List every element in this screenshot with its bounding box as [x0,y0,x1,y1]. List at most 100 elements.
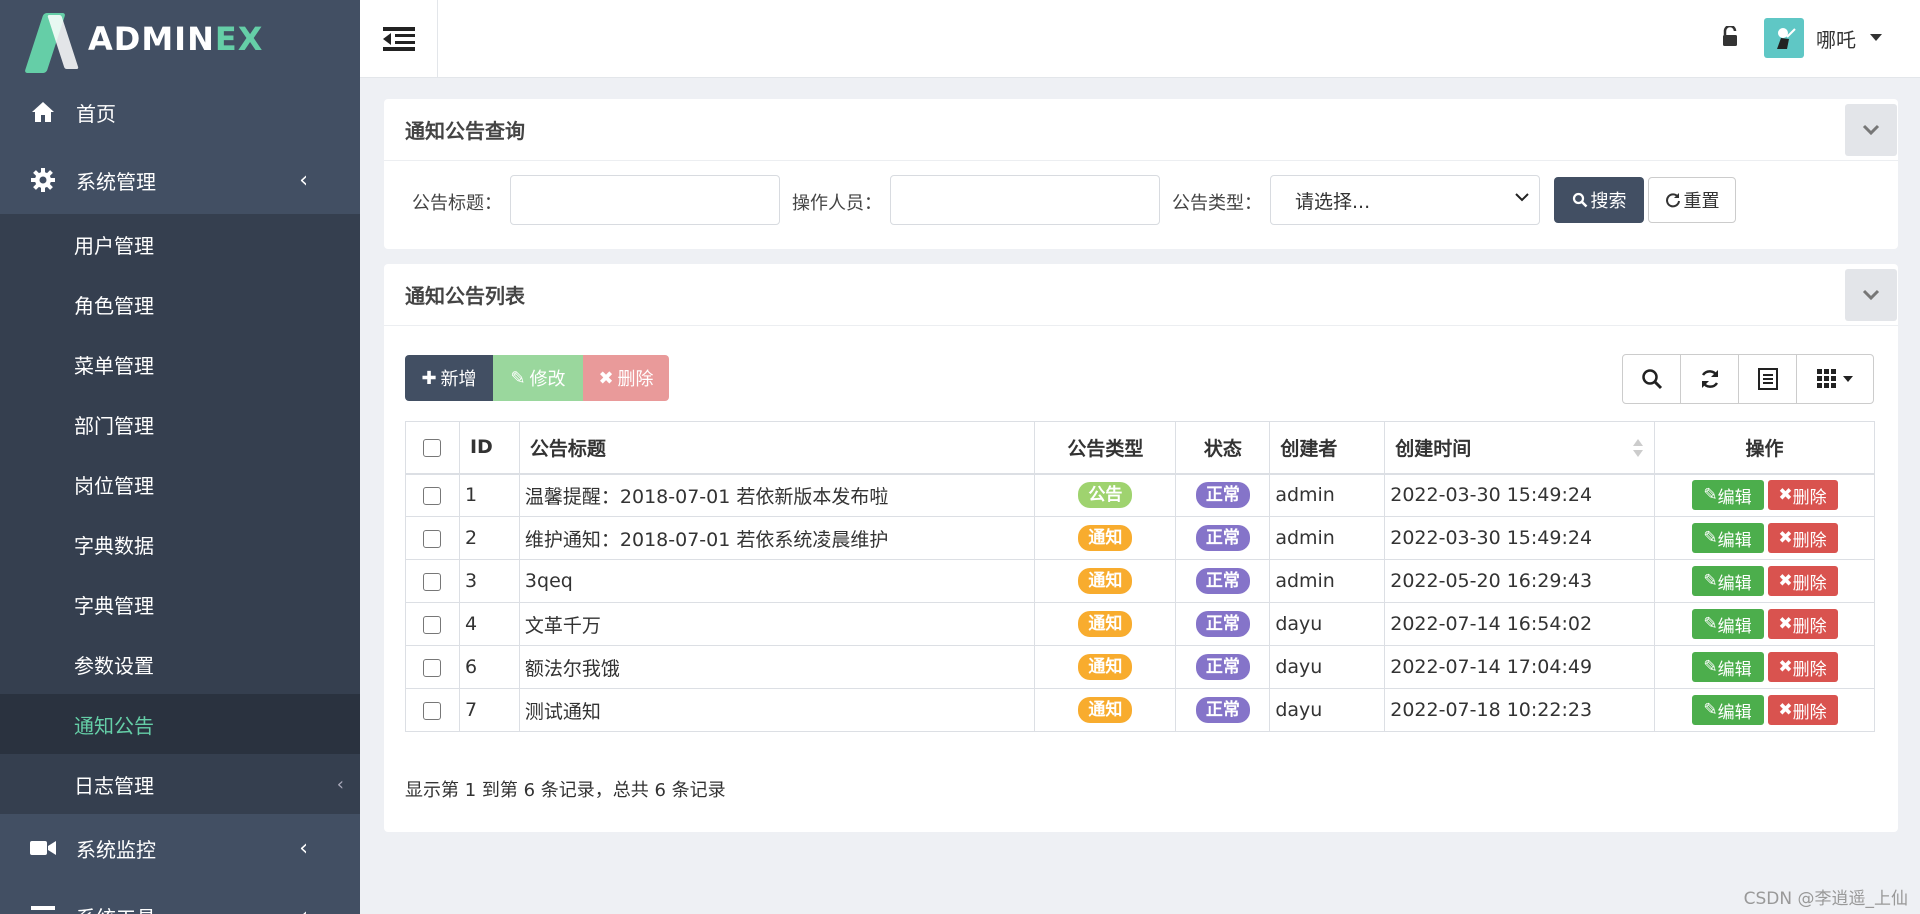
sidebar-item-params[interactable]: 参数设置 [0,634,360,694]
add-button[interactable]: ✚ 新增 [405,355,493,401]
row-edit-button[interactable]: ✎ 编辑 [1691,480,1764,511]
row-checkbox[interactable] [423,486,442,505]
type-select[interactable]: 请选择... [1270,175,1540,225]
reset-button-label: 重置 [1683,191,1720,212]
columns-button[interactable] [1797,355,1873,403]
cell-id: 7 [458,688,520,732]
chevron-left-icon: ‹ [299,904,308,914]
toggle-view-button[interactable] [1739,355,1797,403]
sidebar: ADMINEX 首页 系统管理 ‹ 用户管理 角色管理 菜单管理 部门管理 岗位… [0,0,360,914]
chevron-down-icon [1862,124,1880,136]
caret-down-icon[interactable] [1870,34,1882,41]
row-edit-button[interactable]: ✎ 编辑 [1691,609,1764,639]
row-delete-label: 删除 [1792,487,1827,508]
reset-button[interactable]: 重置 [1648,177,1736,223]
row-edit-button[interactable]: ✎ 编辑 [1691,523,1764,553]
sidebar-item-label: 字典管理 [74,593,154,618]
sidebar-item-dict-data[interactable]: 字典数据 [0,514,360,574]
delete-button-label: 删除 [617,369,654,390]
user-name[interactable]: 哪吒 [1816,24,1856,53]
close-icon: ✖ [1778,614,1793,634]
table-row[interactable]: 7 测试通知 通知 正常 dayu 2022-07-18 10:22:23 ✎ 编… [405,688,1875,732]
row-edit-label: 编辑 [1717,487,1752,508]
refresh-icon [1701,370,1718,388]
chevron-left-icon: ‹ [299,835,308,861]
row-delete-button[interactable]: ✖ 删除 [1767,566,1838,596]
cell-id: 2 [458,516,520,560]
sidebar-item-depts[interactable]: 部门管理 [0,394,360,454]
row-delete-button[interactable]: ✖ 删除 [1767,695,1838,725]
lock-icon[interactable] [1722,24,1738,50]
sidebar-item-users[interactable]: 用户管理 [0,214,360,274]
title-input[interactable] [510,175,780,225]
column-header-actions: 操作 [1654,421,1875,475]
row-delete-button[interactable]: ✖ 删除 [1767,609,1838,639]
row-checkbox[interactable] [423,572,442,591]
refresh-button[interactable] [1681,355,1739,403]
sidebar-item-posts[interactable]: 岗位管理 [0,454,360,514]
row-delete-button[interactable]: ✖ 删除 [1767,480,1838,511]
avatar[interactable] [1764,18,1804,58]
edit-button-label: 修改 [529,369,566,390]
row-delete-button[interactable]: ✖ 删除 [1767,652,1838,682]
sidebar-item-monitor[interactable]: 系统监控 ‹ [0,814,360,882]
edit-icon: ✎ [1703,614,1718,634]
collapse-button[interactable] [1845,104,1897,156]
sidebar-item-tools[interactable]: 系统工具 ‹ [0,882,360,914]
search-form: 公告标题： 操作人员： 公告类型： 请选择... 搜索 重置 [384,175,1898,227]
row-checkbox[interactable] [423,701,442,720]
row-delete-button[interactable]: ✖ 删除 [1767,523,1838,553]
table-row[interactable]: 1 温馨提醒：2018-07-01 若依新版本发布啦 公告 正常 admin 2… [405,473,1875,517]
column-header-id[interactable]: ID [458,421,520,475]
sidebar-item-system[interactable]: 系统管理 ‹ [0,146,360,214]
sidebar-item-label: 菜单管理 [74,353,154,378]
column-header-type[interactable]: 公告类型 [1034,421,1177,475]
row-edit-label: 编辑 [1717,659,1752,680]
row-edit-button[interactable]: ✎ 编辑 [1691,652,1764,682]
refresh-icon [1665,193,1680,208]
gear-icon [30,167,56,193]
sidebar-item-label: 首页 [76,101,116,126]
select-all-checkbox[interactable] [423,438,442,457]
search-button[interactable]: 搜索 [1554,177,1644,223]
sidebar-item-roles[interactable]: 角色管理 [0,274,360,334]
sidebar-item-home[interactable]: 首页 [0,78,360,146]
sidebar-toggle-button[interactable] [360,0,438,78]
row-checkbox[interactable] [423,658,442,677]
table-row[interactable]: 3 3qeq 通知 正常 admin 2022-05-20 16:29:43 ✎… [405,559,1875,603]
edit-button[interactable]: ✎ 修改 [493,355,583,401]
sidebar-item-dict-manage[interactable]: 字典管理 [0,574,360,634]
row-edit-button[interactable]: ✎ 编辑 [1691,566,1764,596]
table-header-row: ID 公告标题 公告类型 状态 创建者 创建时间 操作 [405,421,1875,475]
sidebar-item-label: 字典数据 [74,533,154,558]
sidebar-item-label: 角色管理 [74,293,154,318]
table-row[interactable]: 2 维护通知：2018-07-01 若依系统凌晨维护 通知 正常 admin 2… [405,516,1875,560]
column-header-created[interactable]: 创建时间 [1384,421,1656,475]
sidebar-item-notices[interactable]: 通知公告 [0,694,360,754]
toggle-search-button[interactable] [1623,355,1681,403]
close-icon: ✖ [1778,528,1793,548]
row-edit-button[interactable]: ✎ 编辑 [1691,695,1764,725]
sort-icon [1633,439,1644,457]
cell-status: 正常 [1175,473,1271,517]
cell-creator: dayu [1269,688,1386,732]
row-checkbox[interactable] [423,615,442,634]
sidebar-item-logs[interactable]: 日志管理 ‹ [0,754,360,814]
table-row[interactable]: 4 文革千万 通知 正常 dayu 2022-07-14 16:54:02 ✎ 编… [405,602,1875,646]
chevron-left-icon: ‹ [336,773,344,795]
cell-type: 通知 [1034,688,1177,732]
table-row[interactable]: 6 额法尔我饿 通知 正常 dayu 2022-07-14 17:04:49 ✎… [405,645,1875,689]
type-badge: 通知 [1078,568,1133,594]
row-checkbox[interactable] [423,529,442,548]
column-header-title[interactable]: 公告标题 [518,421,1036,475]
column-header-creator[interactable]: 创建者 [1269,421,1386,475]
close-icon: ✖ [1778,657,1793,677]
sidebar-item-menus[interactable]: 菜单管理 [0,334,360,394]
delete-button[interactable]: ✖ 删除 [583,355,669,401]
logo-text: ADMINEX [88,20,264,58]
column-header-status[interactable]: 状态 [1175,421,1271,475]
row-edit-label: 编辑 [1717,702,1752,723]
logo[interactable]: ADMINEX [0,0,360,78]
collapse-button[interactable] [1845,269,1897,321]
operator-input[interactable] [890,175,1160,225]
